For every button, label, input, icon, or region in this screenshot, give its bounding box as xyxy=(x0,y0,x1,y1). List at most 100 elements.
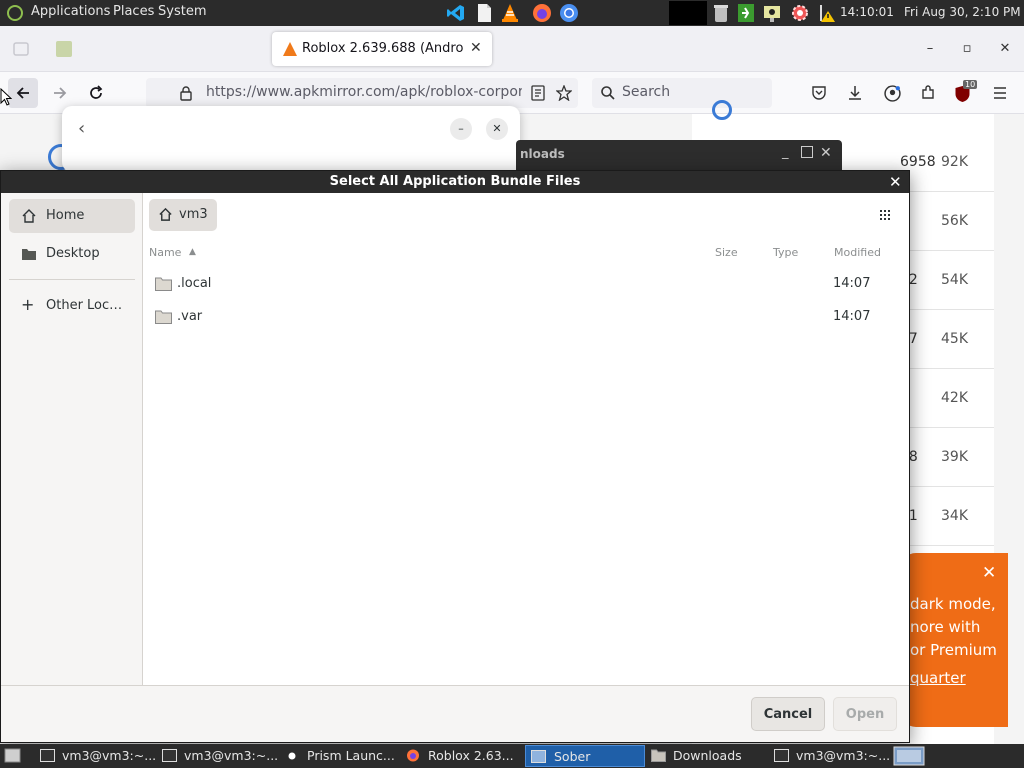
dialog-back-icon[interactable]: ‹ xyxy=(78,118,85,139)
taskbar-item-downloads[interactable]: Downloads xyxy=(651,745,763,767)
list-row-size: 39K xyxy=(941,449,968,465)
column-header-type[interactable]: Type xyxy=(773,246,798,259)
dialog-close-icon[interactable]: ✕ xyxy=(486,118,508,140)
minimize-icon[interactable]: – xyxy=(920,39,940,59)
firefox-launcher-icon[interactable] xyxy=(532,3,552,23)
mouse-pointer-icon xyxy=(0,88,12,106)
back-button[interactable] xyxy=(8,78,38,108)
url-field[interactable]: https://www.apkmirror.com/apk/roblox-cor… xyxy=(146,78,578,108)
file-row[interactable]: .var 14:07 xyxy=(143,302,909,335)
list-row-size: 92K xyxy=(941,154,968,170)
chromium-launcher-icon[interactable] xyxy=(559,3,579,23)
taskbar-item-label: Downloads xyxy=(673,748,742,763)
bookmark-star-icon[interactable] xyxy=(556,85,572,101)
downloads-icon[interactable] xyxy=(847,85,863,101)
sidebar-item-home[interactable]: Home xyxy=(9,199,135,233)
taskbar-item-label: Sober xyxy=(554,749,591,764)
downloads-window-title: nloads xyxy=(520,147,565,161)
column-header-modified[interactable]: Modified xyxy=(834,246,881,259)
path-bar-button[interactable]: vm3 xyxy=(149,199,217,231)
list-row-size: 34K xyxy=(941,508,968,524)
account-icon[interactable] xyxy=(884,85,901,102)
list-row-size: 56K xyxy=(941,213,968,229)
taskbar-item-terminal-3[interactable]: vm3@vm3:~... xyxy=(774,745,890,767)
ublock-button[interactable]: 10 xyxy=(954,80,978,104)
menu-places[interactable]: Places xyxy=(113,4,154,19)
settings-gear-tray-icon[interactable] xyxy=(790,3,810,23)
taskbar-item-prism-launcher[interactable]: Prism Launc... xyxy=(285,745,397,767)
taskbar-item-label: Roblox 2.63... xyxy=(428,748,514,763)
file-chooser-title: Select All Application Bundle Files xyxy=(329,174,581,189)
reader-view-icon[interactable] xyxy=(530,85,546,101)
tab-inactive[interactable] xyxy=(48,32,258,66)
dialog-minimize-icon[interactable]: – xyxy=(450,118,472,140)
file-chooser-titlebar[interactable]: Select All Application Bundle Files ✕ xyxy=(1,171,909,193)
workspace-switcher-icon[interactable] xyxy=(893,746,925,766)
menu-system[interactable]: System xyxy=(158,4,206,19)
sidebar-item-label: Other Loc… xyxy=(46,298,123,313)
hamburger-menu-icon[interactable] xyxy=(992,85,1008,101)
home-icon xyxy=(22,209,36,223)
file-name: .var xyxy=(177,309,203,324)
close-icon[interactable]: ✕ xyxy=(995,39,1015,59)
cancel-button[interactable]: Cancel xyxy=(751,697,825,731)
promo-link[interactable]: quarter xyxy=(910,669,966,687)
taskbar-item-terminal-1[interactable]: vm3@vm3:~... xyxy=(40,745,156,767)
folder-icon xyxy=(651,749,666,762)
path-bar-label: vm3 xyxy=(179,207,208,222)
premium-promo-popup: ✕ dark mode, nore with or Premium quarte… xyxy=(900,553,1008,727)
prism-launcher-icon xyxy=(288,752,296,760)
taskbar-item-terminal-2[interactable]: vm3@vm3:~... xyxy=(162,745,278,767)
downloads-minimize-icon[interactable]: _ xyxy=(782,145,789,160)
column-header-size[interactable]: Size xyxy=(715,246,738,259)
list-row-size: 42K xyxy=(941,390,968,406)
downloads-maximize-icon[interactable] xyxy=(801,146,813,158)
search-field[interactable]: Search xyxy=(592,78,772,108)
text-editor-launcher-icon[interactable] xyxy=(474,3,494,23)
file-row[interactable]: .local 14:07 xyxy=(143,269,909,302)
promo-close-icon[interactable]: ✕ xyxy=(982,563,996,583)
clock-time[interactable]: 14:10:01 xyxy=(840,5,894,19)
ublock-badge: 10 xyxy=(963,80,978,89)
list-row-number: 6958 xyxy=(900,154,936,170)
arrow-right-icon xyxy=(54,87,67,99)
sidebar-item-desktop[interactable]: Desktop xyxy=(9,237,135,271)
clock-date[interactable]: Fri Aug 30, 2:10 PM xyxy=(904,5,1021,19)
extensions-icon[interactable] xyxy=(920,85,936,101)
taskbar-item-sober[interactable]: Sober xyxy=(525,745,645,767)
file-chooser-footer: Cancel Open xyxy=(1,685,909,742)
open-button[interactable]: Open xyxy=(833,697,897,731)
sidebar-separator xyxy=(9,279,135,280)
reload-button[interactable] xyxy=(81,78,111,108)
menu-applications[interactable]: Applications xyxy=(31,4,110,19)
terminal-icon xyxy=(40,749,55,762)
vscode-launcher-icon[interactable] xyxy=(446,3,466,23)
tab-close-icon[interactable]: ✕ xyxy=(470,40,482,56)
update-notifier-icon[interactable] xyxy=(762,3,782,23)
search-placeholder: Search xyxy=(622,84,671,100)
downloads-close-icon[interactable]: ✕ xyxy=(820,145,832,161)
file-modified: 14:07 xyxy=(833,309,871,324)
mate-logo-icon[interactable] xyxy=(7,5,23,21)
sidebar-item-label: Home xyxy=(46,208,85,223)
warning-tray-icon[interactable] xyxy=(817,3,837,23)
sidebar-item-other-locations[interactable]: + Other Loc… xyxy=(9,289,135,323)
exit-tray-icon[interactable] xyxy=(736,3,756,23)
file-chooser-dialog: Select All Application Bundle Files ✕ Ho… xyxy=(0,170,910,743)
column-header-name[interactable]: Name xyxy=(149,246,181,259)
taskbar-item-label: Prism Launc... xyxy=(307,748,395,763)
firefox-icon xyxy=(407,749,419,762)
forward-button[interactable] xyxy=(45,78,75,108)
vlc-launcher-icon[interactable] xyxy=(500,3,520,23)
apkmirror-favicon-icon xyxy=(283,42,297,56)
grid-view-icon[interactable] xyxy=(877,207,893,223)
maximize-icon[interactable]: ▫ xyxy=(957,39,977,59)
trash-tray-icon[interactable] xyxy=(711,3,731,23)
show-desktop-icon[interactable] xyxy=(4,748,21,763)
file-chooser-close-icon[interactable]: ✕ xyxy=(889,171,902,193)
tab-active[interactable]: Roblox 2.639.688 (Android ✕ xyxy=(272,32,492,66)
pocket-icon[interactable] xyxy=(811,85,827,101)
firefox-view-icon[interactable] xyxy=(13,41,29,57)
top-panel: Applications Places System 14:10:01 Fri … xyxy=(0,0,1024,26)
taskbar-item-firefox[interactable]: Roblox 2.63... xyxy=(406,745,518,767)
